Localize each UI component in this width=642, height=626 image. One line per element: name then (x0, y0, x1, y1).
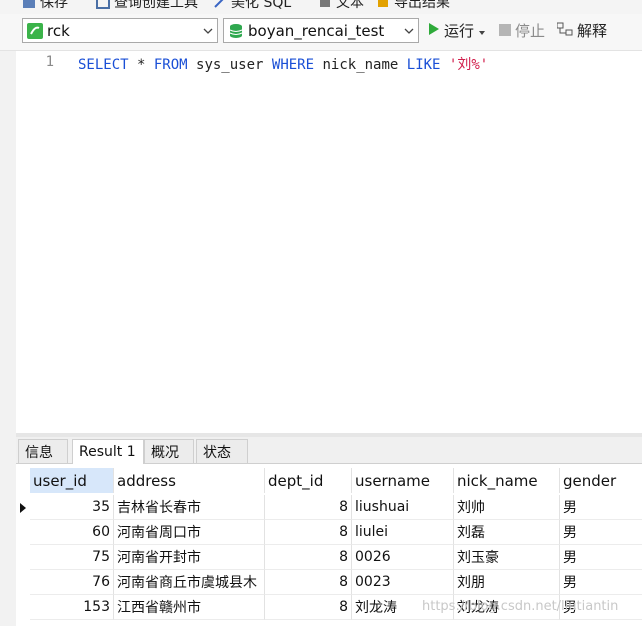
cell-username[interactable]: 0023 (352, 570, 454, 595)
run-dropdown-icon[interactable] (478, 22, 486, 40)
table-row[interactable]: 75 河南省开封市 8 0026 刘玉豪 男 (16, 545, 642, 570)
run-button[interactable]: 运行 (428, 18, 486, 43)
text-icon (318, 0, 332, 9)
cell-dept-id[interactable]: 8 (265, 570, 352, 595)
keyword-where: WHERE (271, 57, 315, 73)
cell-user-id[interactable]: 35 (30, 495, 114, 520)
cell-dept-id[interactable]: 8 (265, 545, 352, 570)
watermark: https://blog.csdn.net/liutiantin (422, 599, 619, 614)
connection-bar: rck boyan_rencai_test 运行 停止 解释 (0, 14, 642, 51)
beautify-sql-button[interactable]: 美化 SQL (213, 0, 291, 12)
table-row[interactable]: 76 河南省商丘市虞城县木 8 0023 刘朋 男 (16, 570, 642, 595)
explain-button[interactable]: 解释 (556, 18, 607, 43)
cell-user-id[interactable]: 153 (30, 595, 114, 620)
explain-icon (556, 22, 573, 40)
main-toolbar: 保存 查询创建工具 美化 SQL 文本 导出结果 (0, 0, 642, 14)
database-name: boyan_rencai_test (248, 21, 385, 40)
chevron-down-icon (400, 28, 418, 34)
result-tabs: 信息 Result 1 概况 状态 (16, 437, 642, 464)
cell-user-id[interactable]: 76 (30, 570, 114, 595)
column-header[interactable]: address (114, 468, 265, 493)
table-name-token: sys_user (187, 57, 272, 73)
cell-gender[interactable]: 男 (560, 520, 642, 545)
cell-gender[interactable]: 男 (560, 495, 642, 520)
tab-overview[interactable]: 概况 (144, 439, 194, 463)
column-header[interactable]: dept_id (265, 468, 352, 493)
sql-code-line[interactable]: SELECT * FROM sys_user WHERE nick_name L… (78, 54, 488, 74)
column-header[interactable]: gender (560, 468, 642, 493)
cell-dept-id[interactable]: 8 (265, 495, 352, 520)
current-row-indicator-icon (16, 495, 30, 520)
play-icon (428, 22, 440, 40)
text-button[interactable]: 文本 (318, 0, 364, 12)
export-icon (376, 0, 390, 9)
chevron-down-icon (199, 28, 217, 34)
keyword-like: LIKE (406, 57, 441, 73)
line-number-gutter: 1 (16, 51, 60, 433)
cell-address[interactable]: 河南省开封市 (114, 545, 265, 570)
cell-username[interactable]: 0026 (352, 545, 454, 570)
connection-icon (27, 22, 43, 39)
cell-dept-id[interactable]: 8 (265, 520, 352, 545)
left-margin-strip (0, 51, 16, 626)
tab-status[interactable]: 状态 (196, 439, 248, 463)
keyword-select: SELECT (78, 57, 129, 73)
cell-address[interactable]: 河南省周口市 (114, 520, 265, 545)
cell-nick-name[interactable]: 刘磊 (454, 520, 560, 545)
database-icon (228, 23, 244, 39)
tab-info[interactable]: 信息 (18, 439, 68, 463)
column-header[interactable]: username (352, 468, 454, 493)
connection-select[interactable]: rck (22, 18, 218, 43)
column-header[interactable]: nick_name (454, 468, 560, 493)
cell-nick-name[interactable]: 刘朋 (454, 570, 560, 595)
cell-dept-id[interactable]: 8 (265, 595, 352, 620)
column-name-token: nick_name (314, 57, 407, 73)
table-row[interactable]: 60 河南省周口市 8 liulei 刘磊 男 (16, 520, 642, 545)
table-row[interactable]: 35 吉林省长春市 8 liushuai 刘帅 男 (16, 495, 642, 520)
cell-address[interactable]: 河南省商丘市虞城县木 (114, 570, 265, 595)
connection-name: rck (47, 21, 70, 40)
cell-nick-name[interactable]: 刘帅 (454, 495, 560, 520)
beautify-sql-icon (213, 0, 227, 9)
cell-nick-name[interactable]: 刘玉豪 (454, 545, 560, 570)
cell-username[interactable]: liulei (352, 520, 454, 545)
database-select[interactable]: boyan_rencai_test (223, 18, 419, 43)
star-token: * (128, 57, 154, 73)
tab-result-1[interactable]: Result 1 (72, 439, 144, 464)
query-builder-icon (96, 0, 110, 9)
stop-icon (499, 22, 511, 40)
cell-user-id[interactable]: 60 (30, 520, 114, 545)
cell-gender[interactable]: 男 (560, 570, 642, 595)
column-header[interactable]: user_id (30, 468, 114, 493)
save-button[interactable]: 保存 (22, 0, 68, 12)
cell-username[interactable]: liushuai (352, 495, 454, 520)
keyword-from: FROM (153, 57, 188, 73)
sql-editor[interactable]: 1 SELECT * FROM sys_user WHERE nick_name… (16, 51, 642, 433)
cell-user-id[interactable]: 75 (30, 545, 114, 570)
line-number: 1 (45, 54, 54, 70)
cell-address[interactable]: 江西省赣州市 (114, 595, 265, 620)
save-icon (22, 0, 36, 9)
cell-gender[interactable]: 男 (560, 545, 642, 570)
stop-button[interactable]: 停止 (499, 18, 545, 43)
cell-address[interactable]: 吉林省长春市 (114, 495, 265, 520)
query-builder-button[interactable]: 查询创建工具 (96, 0, 198, 12)
string-literal: '刘%' (448, 57, 489, 73)
export-result-button[interactable]: 导出结果 (376, 0, 450, 12)
